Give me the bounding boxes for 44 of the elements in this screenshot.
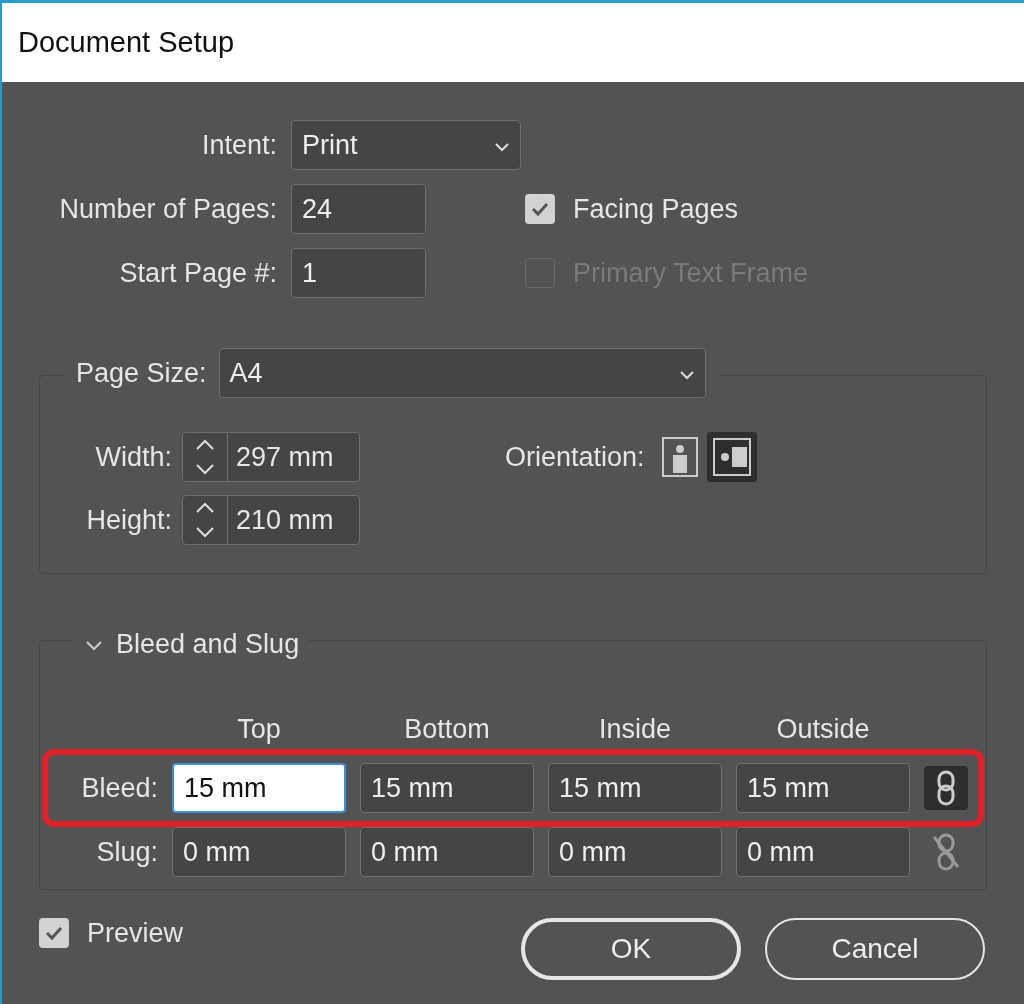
- checkmark-icon: [530, 201, 550, 217]
- row-label: Bleed:: [80, 771, 158, 805]
- input-field[interactable]: 0 mm: [548, 827, 722, 877]
- spinner-field[interactable]: 297 mm: [182, 432, 360, 482]
- orientation-label: Orientation:: [505, 440, 645, 474]
- row-label: Slug:: [95, 835, 158, 869]
- input-field[interactable]: 0 mm: [360, 827, 534, 877]
- spinner-field[interactable]: 210 mm: [182, 495, 360, 545]
- input-field[interactable]: 15 mm: [548, 763, 722, 813]
- column-header: Outside: [775, 712, 871, 746]
- cancel-button[interactable]: Cancel: [765, 918, 985, 980]
- intent-label: Intent:: [200, 128, 277, 162]
- caret-icon: [494, 141, 510, 152]
- portrait-icon[interactable]: [660, 435, 699, 479]
- intent-dropdown[interactable]: Print: [291, 120, 521, 170]
- input-field[interactable]: 15 mm: [736, 763, 910, 813]
- checkmark-icon: [44, 925, 64, 942]
- window-title: Document Setup: [18, 24, 234, 60]
- chain-link-icon[interactable]: [924, 766, 968, 810]
- pages-field[interactable]: 24: [291, 184, 426, 234]
- landscape-icon[interactable]: [706, 432, 757, 482]
- checkbox-label: Preview: [87, 917, 184, 950]
- start-page-label: Start Page #:: [118, 256, 277, 290]
- column-header: Top: [236, 712, 282, 746]
- input-field[interactable]: 15 mm: [360, 763, 534, 813]
- dimension-label: Height:: [85, 503, 172, 537]
- checkbox[interactable]: [39, 918, 69, 949]
- input-field[interactable]: 0 mm: [172, 827, 346, 877]
- caret-icon: [678, 369, 695, 380]
- input-field[interactable]: 0 mm: [736, 827, 910, 877]
- ok-button[interactable]: OK: [521, 918, 741, 980]
- start-page-field[interactable]: 1: [291, 248, 426, 298]
- dimension-label: Width:: [94, 440, 172, 474]
- page-size-label: Page Size:: [76, 356, 207, 390]
- checkbox-label: Facing Pages: [573, 192, 739, 226]
- column-header: Inside: [597, 712, 673, 746]
- page-size-dropdown[interactable]: A4: [218, 348, 706, 398]
- checkbox[interactable]: [525, 194, 555, 224]
- input-field[interactable]: 15 mm: [172, 763, 346, 813]
- section-title: Bleed and Slug: [116, 628, 300, 661]
- pages-label: Number of Pages:: [58, 192, 277, 226]
- stepper-icon[interactable]: [194, 438, 216, 476]
- stepper-icon[interactable]: [194, 501, 216, 539]
- column-header: Bottom: [403, 712, 491, 746]
